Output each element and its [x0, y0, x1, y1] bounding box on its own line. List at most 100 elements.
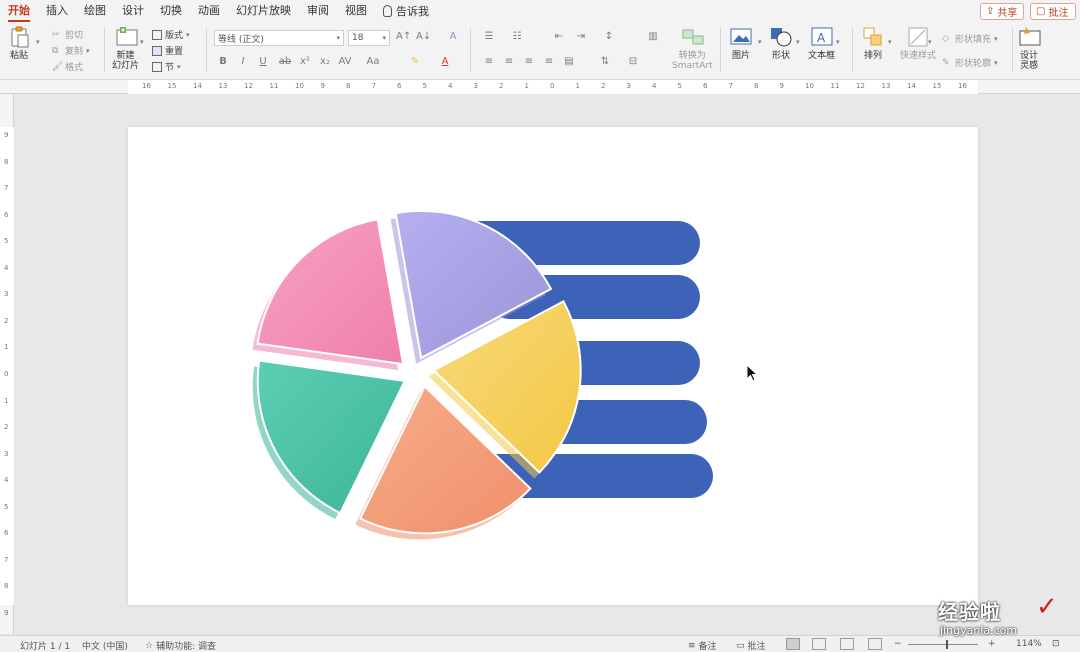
section-label: 节: [165, 63, 175, 73]
ruler-tick-label: 2: [601, 82, 606, 90]
ruler-tick-label: 16: [958, 82, 967, 90]
justify-icon[interactable]: ≡: [542, 56, 556, 67]
status-comments-label: 批注: [747, 642, 766, 652]
mouse-cursor-icon: [746, 364, 758, 382]
italic-icon[interactable]: I: [236, 56, 250, 67]
line-spacing-icon[interactable]: ↕: [602, 31, 616, 42]
increase-font-icon[interactable]: A↑: [396, 31, 411, 42]
reset-button[interactable]: 重置: [152, 44, 183, 57]
change-case-icon[interactable]: Aa: [366, 56, 380, 67]
tab-review[interactable]: 审阅: [299, 0, 337, 22]
columns-icon[interactable]: ▥: [646, 31, 660, 42]
new-slide-button[interactable]: 新建 幻灯片: [112, 26, 139, 71]
slide-sorter-button[interactable]: [812, 638, 826, 650]
char-spacing-icon[interactable]: AV: [338, 56, 352, 67]
distributed-icon[interactable]: ▤: [562, 56, 576, 67]
arrange-button[interactable]: 排列: [862, 26, 884, 61]
highlight-icon[interactable]: ✎: [408, 56, 422, 67]
layout-button[interactable]: 版式 ▾: [152, 28, 190, 41]
ruler-tick-label: 12: [244, 82, 253, 90]
shape-fill-button[interactable]: ◇ 形状填充 ▾: [942, 32, 998, 46]
textbox-button[interactable]: A 文本框: [808, 26, 835, 61]
align-center-icon[interactable]: ≡: [502, 56, 516, 67]
ruler-tick-label: 13: [881, 82, 891, 90]
ruler-tick-label: 15: [167, 82, 177, 90]
bullets-icon[interactable]: ☰: [482, 31, 496, 42]
shape-outline-button[interactable]: ✎ 形状轮廓 ▾: [942, 56, 998, 70]
underline-icon[interactable]: U: [256, 56, 270, 67]
ruler-tick-label: 6: [4, 529, 9, 538]
slideshow-button[interactable]: [868, 638, 882, 650]
share-button[interactable]: ⇪ 共享: [980, 3, 1024, 20]
zoom-out-button[interactable]: −: [894, 639, 902, 649]
status-comments-button[interactable]: ▭ 批注: [736, 639, 766, 652]
superscript-icon[interactable]: x²: [298, 56, 312, 67]
align-right-icon[interactable]: ≡: [522, 56, 536, 67]
reading-view-button[interactable]: [840, 638, 854, 650]
ruler-tick-label: 5: [4, 502, 9, 511]
notes-label: 备注: [698, 642, 717, 652]
tab-transitions[interactable]: 切换: [152, 0, 190, 22]
convert-smartart-button[interactable]: 转换为 SmartArt: [672, 26, 713, 71]
comments-button[interactable]: ▢ 批注: [1030, 3, 1076, 20]
layout-label: 版式: [165, 31, 184, 41]
decrease-indent-icon[interactable]: ⇤: [552, 31, 566, 42]
copy-button[interactable]: ⧉ 复制 ▾: [52, 44, 90, 58]
normal-view-button[interactable]: [786, 638, 800, 650]
smartart-icon: [681, 26, 704, 48]
designer-button[interactable]: 设计 灵感: [1018, 26, 1041, 71]
tell-me-search[interactable]: 告诉我: [375, 3, 437, 19]
decrease-font-icon[interactable]: A↓: [416, 31, 431, 42]
scissors-icon: ✂: [52, 29, 60, 40]
tab-draw[interactable]: 绘图: [76, 0, 114, 22]
strikethrough-icon[interactable]: ab: [278, 56, 292, 67]
picture-label: 图片: [731, 51, 750, 61]
ruler-tick-label: 2: [499, 82, 504, 90]
accessibility-status[interactable]: ☆ 辅助功能: 调查: [145, 639, 216, 652]
text-direction-icon[interactable]: ⇅: [598, 56, 612, 67]
ruler-tick-label: 1: [524, 82, 529, 90]
section-button[interactable]: 节 ▾: [152, 60, 181, 73]
horizontal-ruler: 16 15 14 13 12 11 10 9 8 7 6 5 4 3 2 1 0 1 2 3 4 5 6 7 8 9 10 11 12 1…: [0, 80, 1080, 94]
tab-view[interactable]: 视图: [337, 0, 375, 22]
ruler-tick-label: 3: [4, 290, 9, 299]
numbering-icon[interactable]: ☷: [510, 31, 524, 42]
slide-1[interactable]: [128, 127, 978, 605]
ruler-tick-label: 10: [295, 82, 304, 90]
subscript-icon[interactable]: x₂: [318, 56, 332, 67]
slice-pink[interactable]: [256, 218, 405, 366]
zoom-slider[interactable]: [908, 644, 978, 645]
shape-button[interactable]: 形状: [770, 26, 792, 61]
cut-button[interactable]: ✂ 剪切: [52, 28, 83, 42]
tab-design[interactable]: 设计: [114, 0, 152, 22]
bold-icon[interactable]: B: [216, 56, 230, 67]
tab-home[interactable]: 开始: [0, 0, 38, 22]
language-indicator[interactable]: 中文 (中国): [82, 639, 128, 652]
fill-bucket-icon: ◇: [942, 33, 949, 44]
watermark-url: jingyanla.com: [940, 624, 1018, 637]
svg-text:A: A: [817, 31, 826, 45]
notes-button[interactable]: ≡ 备注: [688, 639, 717, 652]
font-color-icon[interactable]: A: [438, 56, 452, 67]
status-bar: 幻灯片 1 / 1 中文 (中国) ☆ 辅助功能: 调查 ≡ 备注 ▭ 批注 −…: [0, 635, 1080, 652]
ruler-tick-label: 6: [4, 210, 9, 219]
tab-insert[interactable]: 插入: [38, 0, 76, 22]
clear-format-icon[interactable]: A: [446, 31, 460, 42]
checkmark-icon: ✓: [1036, 592, 1058, 622]
align-left-icon[interactable]: ≡: [482, 56, 496, 67]
font-name-select[interactable]: 等线 (正文) ▾: [214, 30, 344, 46]
tab-animations[interactable]: 动画: [190, 0, 228, 22]
font-size-select[interactable]: 18 ▾: [348, 30, 390, 46]
picture-button[interactable]: 图片: [730, 26, 752, 61]
format-painter-button[interactable]: 🖌 格式: [52, 60, 83, 74]
vertical-ruler: 9 8 7 6 5 4 3 2 1 0 1 2 3 4 5 6 7 8 9: [0, 94, 14, 634]
tab-slideshow[interactable]: 幻灯片放映: [228, 0, 299, 22]
paste-button[interactable]: 粘贴: [8, 26, 30, 61]
align-text-icon[interactable]: ⊟: [626, 56, 640, 67]
increase-indent-icon[interactable]: ⇥: [574, 31, 588, 42]
ruler-tick-label: 2: [4, 316, 9, 325]
ruler-tick-label: 9: [320, 82, 325, 90]
ruler-tick-label: 3: [4, 449, 9, 458]
ribbon-home: 粘贴 ▾ ✂ 剪切 ⧉ 复制 ▾ 🖌 格式 新建 幻灯片 ▾ 版式 ▾ 重置 节…: [0, 22, 1080, 80]
ruler-tick-label: 14: [907, 82, 916, 90]
